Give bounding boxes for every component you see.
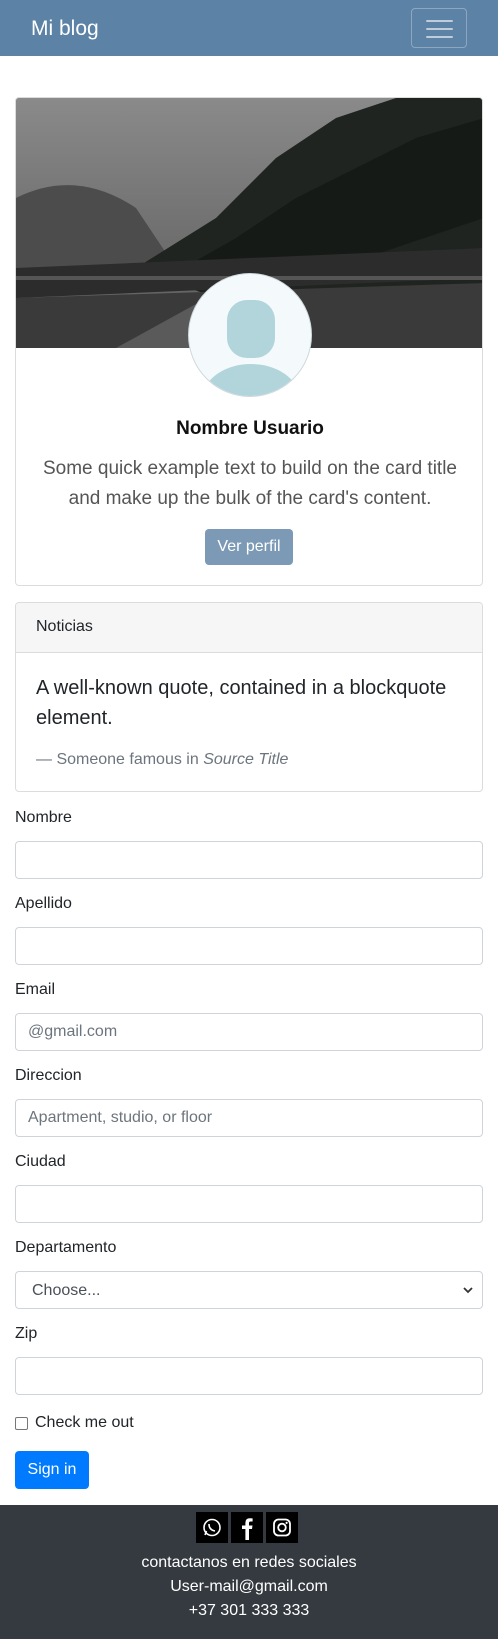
profile-description: Some quick example text to build on the …	[42, 458, 457, 509]
check-me-out-checkbox[interactable]	[15, 1417, 28, 1430]
zip-label: Zip	[15, 1325, 38, 1342]
navbar-brand[interactable]: Mi blog	[31, 15, 99, 43]
news-card-title: Noticias	[36, 618, 93, 635]
departamento-label: Departamento	[15, 1239, 117, 1256]
nombre-label: Nombre	[15, 809, 72, 826]
nombre-input[interactable]	[15, 841, 483, 879]
sign-in-button[interactable]: Sign in	[15, 1451, 89, 1489]
whatsapp-icon[interactable]	[196, 1512, 228, 1543]
instagram-icon[interactable]	[266, 1512, 298, 1543]
check-me-out-label[interactable]: Check me out	[35, 1414, 134, 1432]
email-label: Email	[15, 981, 56, 998]
avatar	[188, 273, 312, 397]
facebook-icon[interactable]	[231, 1512, 263, 1543]
email-input[interactable]	[15, 1013, 483, 1051]
navbar-toggler-button[interactable]	[411, 8, 467, 48]
departamento-selected-value: Choose...	[32, 1282, 101, 1299]
footer-email: User-mail@gmail.com	[170, 1578, 328, 1595]
news-card-header: Noticias	[16, 603, 482, 653]
apellido-input[interactable]	[15, 927, 483, 965]
zip-input[interactable]	[15, 1357, 483, 1395]
chevron-down-icon	[463, 1287, 473, 1294]
profile-card: Nombre Usuario Some quick example text t…	[15, 97, 483, 586]
footer: contactanos en redes sociales User-mail@…	[0, 1505, 498, 1639]
profile-name: Nombre Usuario	[176, 418, 324, 439]
footer-phone: +37 301 333 333	[188, 1602, 310, 1619]
direccion-input[interactable]	[15, 1099, 483, 1137]
navbar: Mi blog	[0, 0, 498, 56]
ciudad-label: Ciudad	[15, 1153, 66, 1170]
blockquote-text: A well-known quote, contained in a block…	[36, 677, 447, 729]
news-card: Noticias A well-known quote, contained i…	[15, 602, 483, 792]
blockquote-footer: — Someone famous in Source Title	[36, 751, 288, 769]
view-profile-button[interactable]: Ver perfil	[205, 529, 293, 565]
departamento-select[interactable]: Choose...	[15, 1271, 483, 1309]
direccion-label: Direccion	[15, 1067, 82, 1084]
ciudad-input[interactable]	[15, 1185, 483, 1223]
footer-contact-text: contactanos en redes sociales	[141, 1554, 357, 1571]
blockquote-attribution: — Someone famous in	[36, 751, 204, 768]
apellido-label: Apellido	[15, 895, 72, 912]
source-title: Source Title	[203, 751, 289, 768]
